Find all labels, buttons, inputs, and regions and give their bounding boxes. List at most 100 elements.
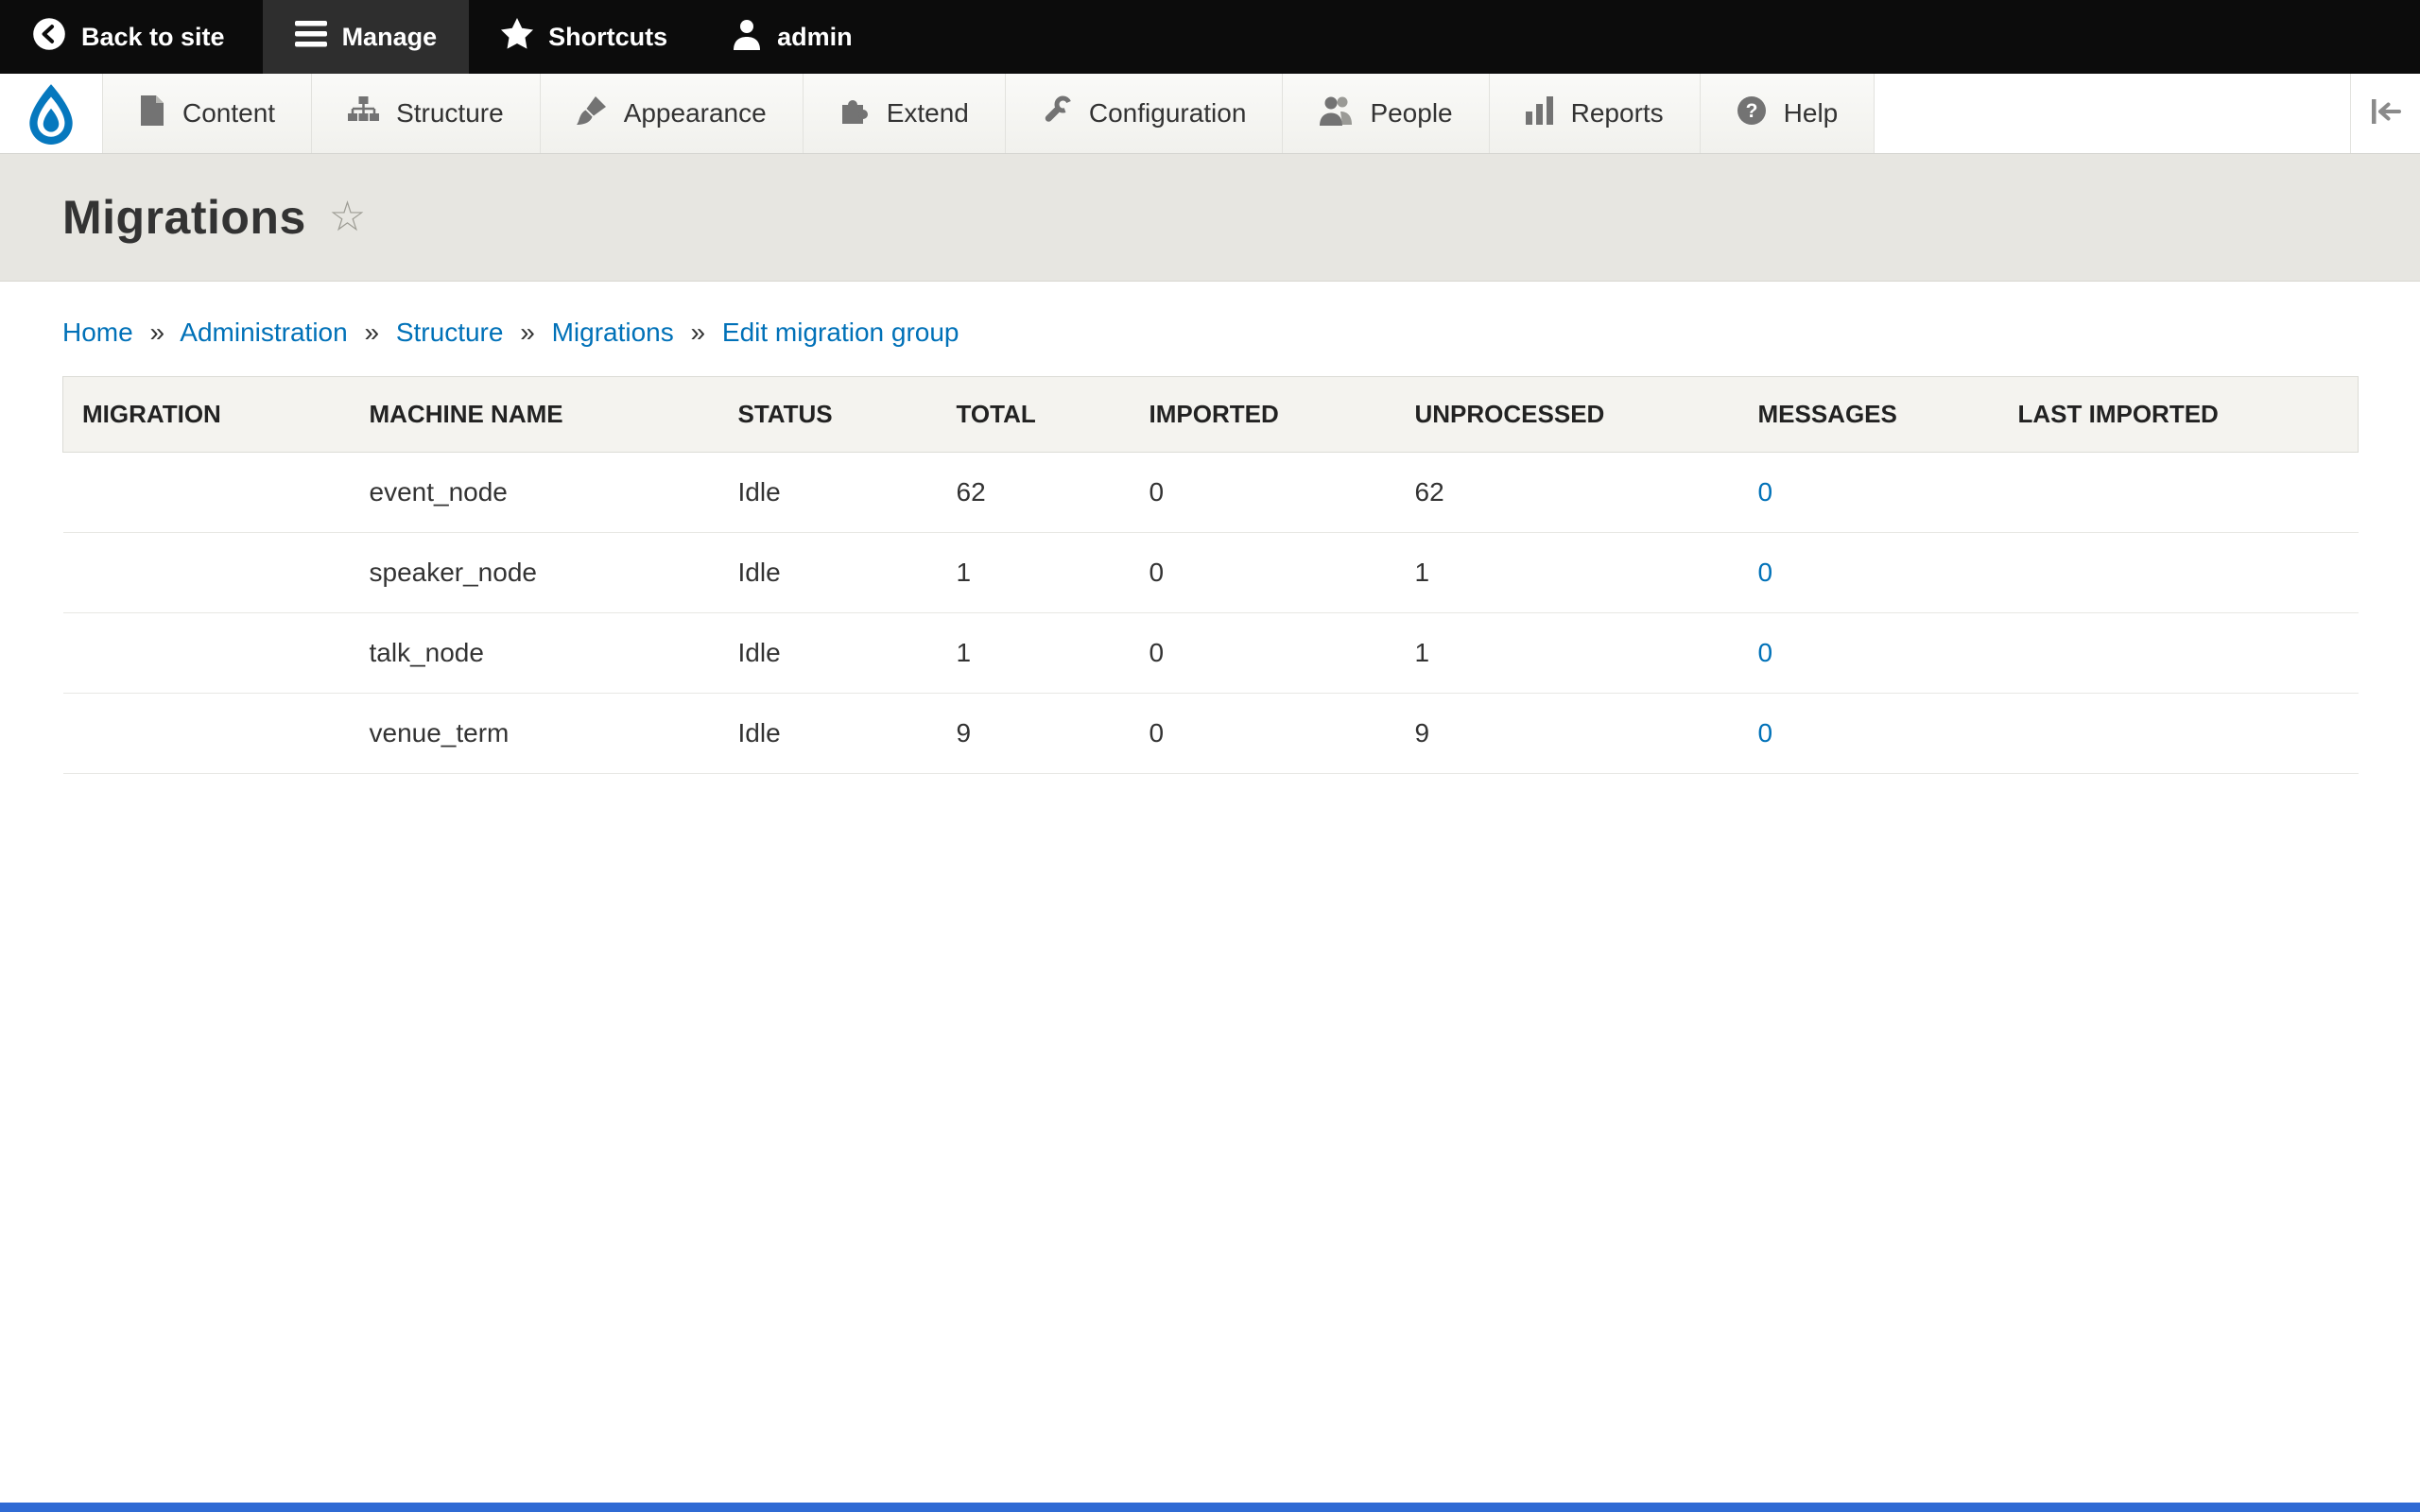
cell-migration [63,613,351,694]
tab-label: Structure [396,98,504,129]
page-title: Migrations [62,190,306,245]
barchart-icon [1526,96,1554,131]
favorite-star-icon[interactable]: ☆ [329,197,366,238]
cell-imported: 0 [1131,613,1396,694]
cell-imported: 0 [1131,533,1396,613]
hamburger-menu-icon [295,21,327,54]
username-label: admin [777,23,853,52]
admin-toolbar: Content Structure Appearance Extend Conf… [0,74,2420,154]
drupal-logo [0,74,102,153]
back-arrow-icon [32,17,66,58]
shortcuts-label: Shortcuts [548,23,667,52]
table-row: talk_node Idle 1 0 1 0 [63,613,2359,694]
table-row: venue_term Idle 9 0 9 0 [63,694,2359,774]
cell-migration [63,694,351,774]
cell-status: Idle [719,613,938,694]
cell-status: Idle [719,453,938,533]
toolbar-tab-extend[interactable]: Extend [803,74,1005,153]
cell-total: 1 [938,613,1131,694]
paintbrush-icon [577,95,607,132]
cell-status: Idle [719,533,938,613]
cell-unprocessed: 1 [1396,613,1739,694]
cell-messages: 0 [1739,453,1999,533]
breadcrumb-separator: » [691,318,706,347]
tab-label: Configuration [1089,98,1247,129]
header-messages: MESSAGES [1739,377,1999,453]
messages-link[interactable]: 0 [1758,718,1773,747]
manage-tab[interactable]: Manage [263,0,470,74]
help-icon: ? [1737,95,1767,132]
toolbar-tab-help[interactable]: ? Help [1700,74,1876,153]
header-status: STATUS [719,377,938,453]
breadcrumb-link-home[interactable]: Home [62,318,133,347]
breadcrumb-separator: » [364,318,379,347]
tab-label: People [1370,98,1452,129]
puzzle-icon [839,95,870,132]
breadcrumb-separator: » [520,318,535,347]
breadcrumb-link-edit-migration-group[interactable]: Edit migration group [722,318,959,347]
cell-total: 62 [938,453,1131,533]
bottom-edge-strip [0,1503,2420,1512]
messages-link[interactable]: 0 [1758,558,1773,587]
cell-migration [63,533,351,613]
cell-imported: 0 [1131,453,1396,533]
cell-total: 1 [938,533,1131,613]
breadcrumb-link-structure[interactable]: Structure [396,318,504,347]
migrations-table-body: event_node Idle 62 0 62 0 speaker_node I… [63,453,2359,774]
table-row: event_node Idle 62 0 62 0 [63,453,2359,533]
people-icon [1319,94,1353,132]
cell-last-imported [1999,453,2359,533]
cell-machine-name: speaker_node [351,533,719,613]
toolbar-tab-appearance[interactable]: Appearance [540,74,803,153]
header-unprocessed: UNPROCESSED [1396,377,1739,453]
cell-unprocessed: 1 [1396,533,1739,613]
star-icon [501,18,533,56]
header-last-imported: LAST IMPORTED [1999,377,2359,453]
cell-messages: 0 [1739,694,1999,774]
cell-last-imported [1999,694,2359,774]
cell-total: 9 [938,694,1131,774]
tab-label: Content [182,98,275,129]
migrations-table-header: MIGRATION MACHINE NAME STATUS TOTAL IMPO… [63,377,2359,453]
tab-label: Help [1784,98,1839,129]
toolbar-spacer [1875,74,2350,153]
cell-messages: 0 [1739,613,1999,694]
back-to-site-label: Back to site [81,23,225,52]
cell-migration [63,453,351,533]
cell-messages: 0 [1739,533,1999,613]
toolbar-tab-people[interactable]: People [1282,74,1488,153]
manage-label: Manage [342,23,438,52]
toolbar-tab-structure[interactable]: Structure [311,74,540,153]
user-icon [732,18,762,57]
breadcrumb-link-migrations[interactable]: Migrations [552,318,674,347]
toolbar-tab-content[interactable]: Content [102,74,311,153]
cell-machine-name: event_node [351,453,719,533]
breadcrumb-separator: » [149,318,164,347]
breadcrumb-link-administration[interactable]: Administration [180,318,347,347]
table-row: speaker_node Idle 1 0 1 0 [63,533,2359,613]
toolbar-orientation-toggle[interactable] [2350,74,2420,153]
header-imported: IMPORTED [1131,377,1396,453]
tab-label: Extend [887,98,969,129]
header-migration: MIGRATION [63,377,351,453]
cell-unprocessed: 9 [1396,694,1739,774]
tab-label: Appearance [624,98,767,129]
tab-label: Reports [1571,98,1664,129]
cell-machine-name: talk_node [351,613,719,694]
messages-link[interactable]: 0 [1758,638,1773,667]
toolbar-tab-configuration[interactable]: Configuration [1005,74,1283,153]
toolbar-tab-reports[interactable]: Reports [1489,74,1700,153]
migrations-table: MIGRATION MACHINE NAME STATUS TOTAL IMPO… [62,376,2359,774]
cell-unprocessed: 62 [1396,453,1739,533]
header-total: TOTAL [938,377,1131,453]
breadcrumb: Home » Administration » Structure » Migr… [0,282,2420,376]
header-machine-name: MACHINE NAME [351,377,719,453]
collapse-left-icon [2370,97,2402,130]
messages-link[interactable]: 0 [1758,477,1773,507]
cell-last-imported [1999,533,2359,613]
admin-bar: Back to site Manage Shortcuts admin [0,0,2420,74]
back-to-site-button[interactable]: Back to site [0,0,257,74]
user-account-tab[interactable]: admin [700,0,885,74]
shortcuts-tab[interactable]: Shortcuts [469,0,700,74]
cell-machine-name: venue_term [351,694,719,774]
